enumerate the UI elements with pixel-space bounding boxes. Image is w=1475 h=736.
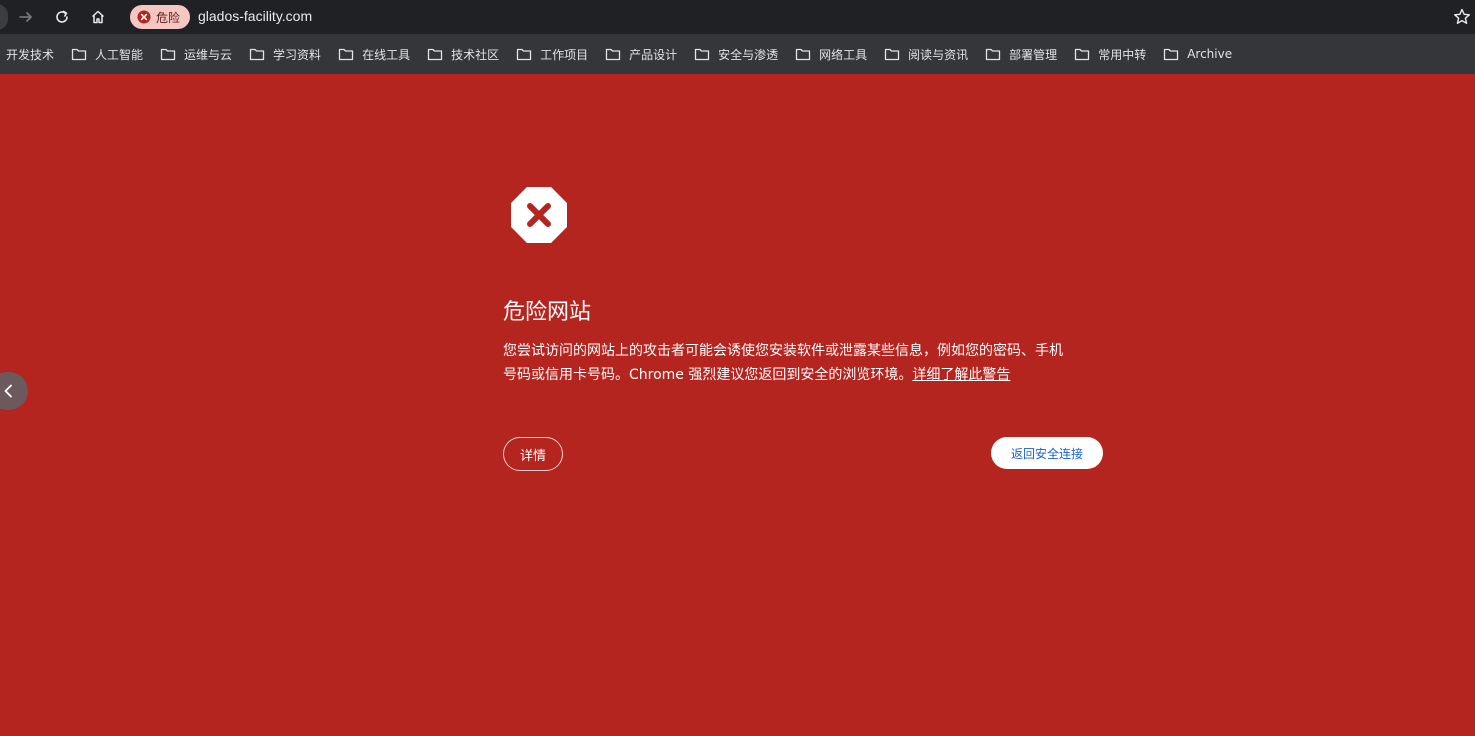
bookmark-label: Archive — [1187, 47, 1233, 61]
bookmark-item[interactable]: 运维与云 — [160, 46, 232, 63]
bookmark-item[interactable]: 阅读与资讯 — [884, 46, 968, 63]
bookmark-item[interactable]: 产品设计 — [605, 46, 677, 63]
bookmark-label: 运维与云 — [184, 47, 233, 62]
bookmark-item[interactable]: 开发技术 — [6, 46, 54, 63]
home-icon — [91, 10, 105, 24]
bookmark-item[interactable]: 人工智能 — [71, 46, 143, 63]
bookmark-star-button[interactable] — [1452, 7, 1472, 27]
warning-text-line1: 您尝试访问的网站上的攻击者可能会诱使您安装软件或泄露某些信息，例如您的密码、手机 — [503, 343, 1063, 359]
back-to-safety-button[interactable]: 返回安全连接 — [991, 437, 1103, 469]
reload-button[interactable] — [49, 4, 75, 30]
bookmark-label: 部署管理 — [1009, 47, 1058, 62]
bookmark-item[interactable]: 学习资料 — [249, 46, 321, 63]
folder-icon — [1164, 48, 1179, 61]
danger-octagon-icon — [511, 187, 567, 243]
folder-icon — [605, 48, 621, 61]
bookmark-label: 技术社区 — [451, 47, 500, 62]
bookmark-label: 网络工具 — [819, 47, 868, 62]
history-back-arrow[interactable] — [0, 372, 28, 410]
bookmark-label: 工作项目 — [540, 47, 589, 62]
home-button[interactable] — [85, 4, 111, 30]
bookmark-label: 学习资料 — [273, 47, 322, 62]
details-button[interactable]: 详情 — [503, 437, 563, 471]
folder-icon — [427, 48, 443, 61]
back-button[interactable] — [0, 4, 8, 30]
bookmark-label: 常用中转 — [1098, 47, 1147, 62]
folder-icon — [694, 48, 710, 61]
folder-icon — [986, 48, 1001, 61]
bookmark-item[interactable]: Archive — [1163, 47, 1232, 61]
bookmark-label: 在线工具 — [362, 47, 411, 62]
bookmarks-bar: 开发技术 人工智能 运维与云 学习资料 在线工具 技术社区 工作项目 产品设计 安全与渗透 网络工… — [0, 34, 1475, 74]
folder-icon — [795, 48, 811, 61]
browser-toolbar: 危险 glados-facility.com — [0, 0, 1475, 34]
bookmark-label: 阅读与资讯 — [908, 47, 969, 62]
bookmark-label: 安全与渗透 — [718, 47, 779, 62]
security-status-label: 危险 — [156, 10, 181, 25]
bookmark-label: 产品设计 — [629, 47, 678, 62]
url-text[interactable]: glados-facility.com — [198, 8, 312, 24]
folder-icon — [160, 48, 176, 61]
arrow-right-icon — [19, 12, 32, 22]
chevron-left-icon — [4, 384, 12, 398]
bookmark-item[interactable]: 安全与渗透 — [694, 46, 778, 63]
page-title: 危险网站 — [503, 300, 592, 325]
folder-icon — [516, 48, 532, 61]
bookmark-item[interactable]: 部署管理 — [985, 46, 1057, 63]
learn-more-link[interactable]: 详细了解此警告 — [912, 367, 1010, 383]
bookmark-item[interactable]: 在线工具 — [338, 46, 410, 63]
folder-icon — [1075, 48, 1090, 61]
address-bar[interactable] — [127, 3, 1427, 31]
bookmark-item[interactable]: 工作项目 — [516, 46, 588, 63]
bookmark-item[interactable]: 网络工具 — [795, 46, 867, 63]
folder-icon — [338, 48, 354, 61]
bookmark-item[interactable]: 常用中转 — [1074, 46, 1146, 63]
folder-icon — [249, 48, 265, 61]
forward-button[interactable] — [13, 4, 39, 30]
bookmark-label: 人工智能 — [95, 47, 144, 62]
danger-icon — [137, 10, 151, 24]
bookmark-item[interactable]: 技术社区 — [427, 46, 499, 63]
star-icon — [1454, 8, 1470, 24]
folder-icon — [71, 48, 87, 61]
warning-description: 您尝试访问的网站上的攻击者可能会诱使您安装软件或泄露某些信息，例如您的密码、手机… — [503, 339, 1113, 387]
folder-icon — [885, 48, 900, 61]
bookmark-label: 开发技术 — [6, 47, 55, 62]
warning-text-line2: 号码或信用卡号码。Chrome 强烈建议您返回到安全的浏览环境。 — [503, 367, 913, 383]
security-status-chip[interactable]: 危险 — [130, 5, 190, 29]
reload-icon — [56, 10, 68, 23]
